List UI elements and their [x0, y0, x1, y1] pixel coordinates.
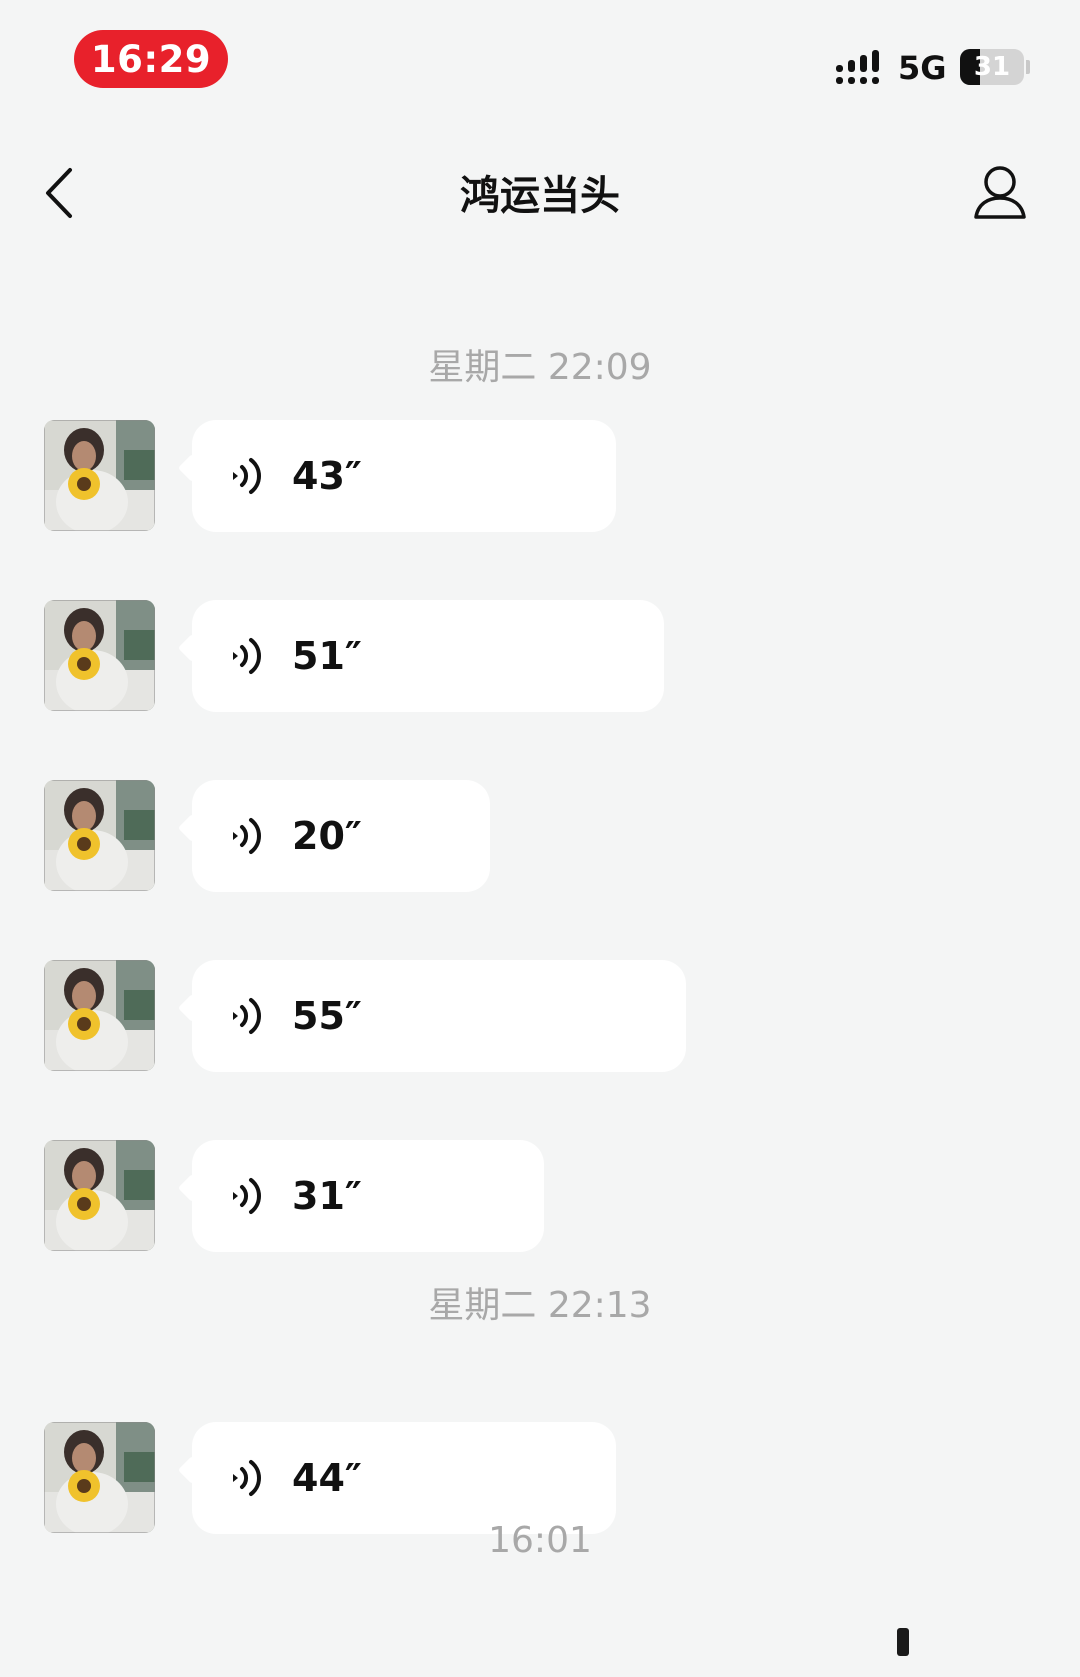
battery-level: 31: [973, 52, 1011, 82]
avatar-image: [44, 600, 155, 711]
voice-wave-icon: [233, 458, 261, 494]
avatar[interactable]: [44, 600, 155, 711]
chat-header: 鸿运当头: [0, 130, 1080, 254]
avatar[interactable]: [44, 780, 155, 891]
network-type: 5G: [898, 49, 947, 87]
status-bar: 16:29 5G 31: [0, 0, 1080, 110]
voice-duration: 44″: [292, 1456, 362, 1500]
avatar[interactable]: [44, 1422, 155, 1533]
voice-duration: 51″: [292, 634, 362, 678]
voice-message-bubble[interactable]: 51″: [192, 600, 664, 712]
chat-title: 鸿运当头: [460, 173, 620, 219]
voice-message-bubble[interactable]: 20″: [192, 780, 490, 892]
avatar-image: [44, 1422, 155, 1533]
battery-cap: [1026, 60, 1030, 74]
avatar-image: [44, 1140, 155, 1251]
avatar-image: [44, 780, 155, 891]
chat-timestamp: 16:01: [488, 1520, 592, 1561]
avatar-image: [44, 960, 155, 1071]
voice-duration: 31″: [292, 1174, 362, 1218]
voice-duration: 43″: [292, 454, 362, 498]
chat-timestamp: 星期二 22:09: [428, 347, 652, 388]
avatar-image: [44, 420, 155, 531]
chevron-left-icon: [46, 168, 72, 218]
avatar[interactable]: [44, 960, 155, 1071]
back-button[interactable]: [36, 158, 86, 228]
voice-message-bubble[interactable]: 43″: [192, 420, 616, 532]
voice-wave-icon: [233, 1460, 261, 1496]
message-row: 20″: [0, 780, 1080, 892]
signal-icon: [836, 50, 879, 84]
voice-message-bubble[interactable]: 55″: [192, 960, 686, 1072]
battery-icon: 31: [960, 49, 1024, 85]
message-row: 44″: [0, 1422, 1080, 1534]
voice-wave-icon: [233, 818, 261, 854]
message-row: 43″: [0, 420, 1080, 532]
person-icon: [974, 166, 1026, 219]
avatar[interactable]: [44, 1140, 155, 1251]
message-row: 51″: [0, 600, 1080, 712]
voice-message-bubble[interactable]: 31″: [192, 1140, 544, 1252]
avatar[interactable]: [44, 420, 155, 531]
message-row: 31″: [0, 1140, 1080, 1252]
voice-message-bubble[interactable]: 44″: [192, 1422, 616, 1534]
voice-duration: 55″: [292, 994, 362, 1038]
voice-duration: 20″: [292, 814, 362, 858]
voice-wave-icon: [233, 638, 261, 674]
status-time: 16:29: [74, 30, 228, 88]
chat-timestamp: 星期二 22:13: [428, 1285, 652, 1326]
voice-wave-icon: [233, 1178, 261, 1214]
message-row: 55″: [0, 960, 1080, 1072]
profile-button[interactable]: [968, 160, 1032, 224]
home-indicator: [897, 1628, 909, 1656]
voice-wave-icon: [233, 998, 261, 1034]
